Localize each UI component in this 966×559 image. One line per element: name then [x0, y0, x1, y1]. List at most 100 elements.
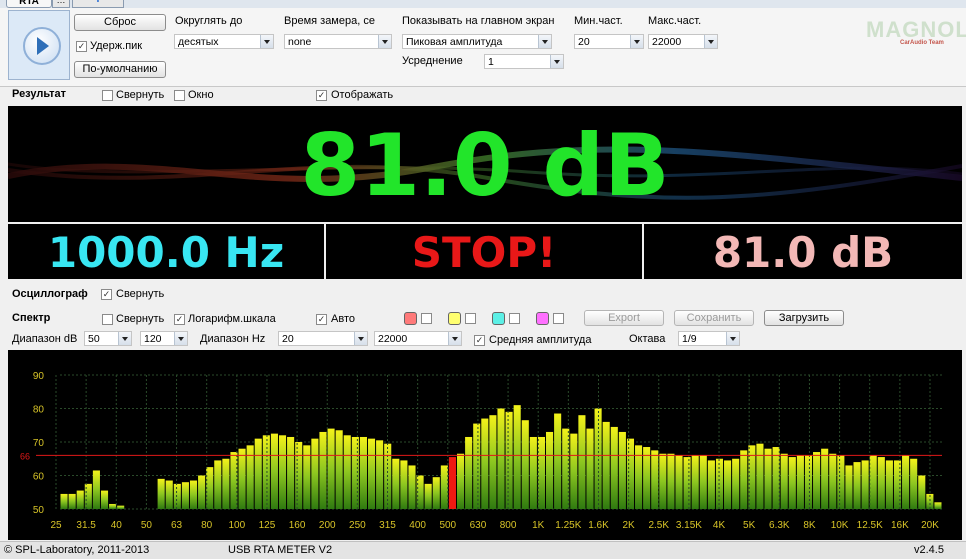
spectrum-bar — [724, 460, 732, 509]
spectrum-bar — [181, 482, 189, 509]
tab-options-icon[interactable]: … — [52, 0, 70, 8]
spectrum-bar — [505, 411, 513, 509]
hz-max-select[interactable]: 22000 — [374, 331, 462, 346]
copyright-text: © SPL-Laboratory, 2011-2013 — [4, 544, 150, 556]
spectrum-bar — [764, 448, 772, 509]
octave-select[interactable]: 1/9 — [678, 331, 740, 346]
spectrum-bar — [497, 408, 505, 509]
swatch-checkbox[interactable] — [465, 313, 476, 324]
auto-label: Авто — [331, 313, 355, 325]
result-collapse-checkbox[interactable] — [102, 90, 113, 101]
log-scale-checkbox[interactable]: ✓ — [174, 314, 185, 325]
spectrum-bar — [934, 502, 942, 509]
spectrum-bar — [270, 433, 278, 509]
oscillograph-collapse-checkbox[interactable]: ✓ — [101, 289, 112, 300]
y-tick-label: 80 — [33, 405, 45, 416]
hz-min-select[interactable]: 20 — [278, 331, 368, 346]
x-tick-label: 4K — [713, 520, 726, 531]
spectrum-bar — [92, 470, 100, 509]
spectrum-chart: 90 80 70 60 50 25 31.5 40 50 63 80 100 125 160 200 250 3… — [8, 350, 962, 540]
spectrum-bar — [521, 420, 529, 509]
spectrum-bar — [618, 431, 626, 509]
max-freq-select[interactable]: 22000 — [648, 34, 718, 49]
x-tick-label: 12.5K — [857, 520, 883, 531]
hold-peak-label: Удерж.пик — [90, 40, 143, 52]
logo-subtitle: CarAudio Team — [900, 40, 944, 46]
x-tick-label: 200 — [319, 520, 336, 531]
tab-rta[interactable]: RTA — [6, 0, 52, 8]
load-button[interactable]: Загрузить — [764, 310, 844, 326]
color-swatch[interactable] — [404, 312, 417, 325]
x-tick-label: 1K — [532, 520, 545, 531]
reset-button[interactable]: Сброс — [74, 14, 166, 31]
chevron-down-icon — [726, 332, 739, 345]
x-tick-label: 1.6K — [588, 520, 609, 531]
averaging-select[interactable]: 1 — [484, 54, 564, 69]
export-button[interactable]: Export — [584, 310, 664, 326]
x-tick-label: 250 — [349, 520, 366, 531]
spectrum-bar — [295, 442, 303, 509]
spectrum-bar — [319, 431, 327, 509]
spectrum-bar — [481, 418, 489, 509]
spectrum-bar — [699, 455, 707, 509]
color-swatch[interactable] — [492, 312, 505, 325]
spectrum-bar — [456, 453, 465, 509]
play-button[interactable] — [23, 27, 61, 65]
x-tick-label: 100 — [228, 520, 245, 531]
spectrum-bar — [335, 430, 343, 509]
swatch-checkbox[interactable] — [421, 313, 432, 324]
result-window-checkbox[interactable] — [174, 90, 185, 101]
x-tick-label: 500 — [439, 520, 456, 531]
spectrum-bar — [780, 453, 788, 509]
x-tick-label: 800 — [500, 520, 517, 531]
chevron-down-icon — [378, 35, 391, 48]
swatch-checkbox[interactable] — [509, 313, 520, 324]
spectrum-svg: 90 80 70 60 50 25 31.5 40 50 63 80 100 125 160 200 250 3… — [20, 371, 942, 531]
db-range-label: Диапазон dB — [12, 333, 78, 345]
db-max-select[interactable]: 120 — [140, 331, 188, 346]
peak-bar — [448, 457, 456, 509]
spectrum-bar — [659, 453, 667, 509]
x-tick-label: 10K — [831, 520, 849, 531]
spectrum-bar — [804, 455, 813, 509]
hold-peak-checkbox[interactable]: ✓ — [76, 41, 87, 52]
oscillograph-title: Осциллограф — [12, 288, 88, 300]
min-freq-select[interactable]: 20 — [574, 34, 644, 49]
default-button[interactable]: По-умолчанию — [74, 61, 166, 78]
round-select[interactable]: десятых — [174, 34, 274, 49]
show-main-select[interactable]: Пиковая амплитуда — [402, 34, 552, 49]
color-swatch[interactable] — [448, 312, 461, 325]
x-tick-label: 63 — [171, 520, 183, 531]
spectrum-bar — [578, 415, 586, 509]
x-tick-label: 125 — [259, 520, 276, 531]
color-swatch[interactable] — [536, 312, 549, 325]
spectrum-bar — [602, 421, 610, 509]
spectrum-bar — [635, 445, 643, 509]
x-tick-label: 40 — [111, 520, 123, 531]
spectrum-bar — [100, 490, 109, 509]
swatch-checkbox[interactable] — [553, 313, 564, 324]
db-min-select[interactable]: 50 — [84, 331, 132, 346]
max-freq-label: Макс.част. — [648, 15, 702, 27]
measure-time-select[interactable]: none — [284, 34, 392, 49]
spectrum-bar — [772, 447, 780, 509]
x-tick-label: 50 — [141, 520, 153, 531]
spectrum-bar — [278, 435, 287, 509]
add-tab-button[interactable]: + — [72, 0, 124, 8]
save-button[interactable]: Сохранить — [674, 310, 754, 326]
x-tick-label: 31.5 — [76, 520, 96, 531]
round-label: Округлять до — [175, 15, 243, 27]
spectrum-bar — [885, 460, 893, 509]
avg-amplitude-checkbox[interactable]: ✓ — [474, 335, 485, 346]
x-tick-label: 630 — [470, 520, 487, 531]
main-level-value: 81.0 dB — [300, 116, 670, 216]
spectrum-bar — [359, 436, 367, 509]
spectrum-bar — [845, 465, 853, 509]
x-tick-label: 80 — [201, 520, 213, 531]
result-display-checkbox[interactable]: ✓ — [316, 90, 327, 101]
avg-amplitude-label: Средняя амплитуда — [489, 334, 592, 346]
auto-checkbox[interactable]: ✓ — [316, 314, 327, 325]
spectrum-bar — [732, 458, 740, 509]
spectrum-collapse-checkbox[interactable] — [102, 314, 113, 325]
spectrum-bar — [392, 458, 400, 509]
